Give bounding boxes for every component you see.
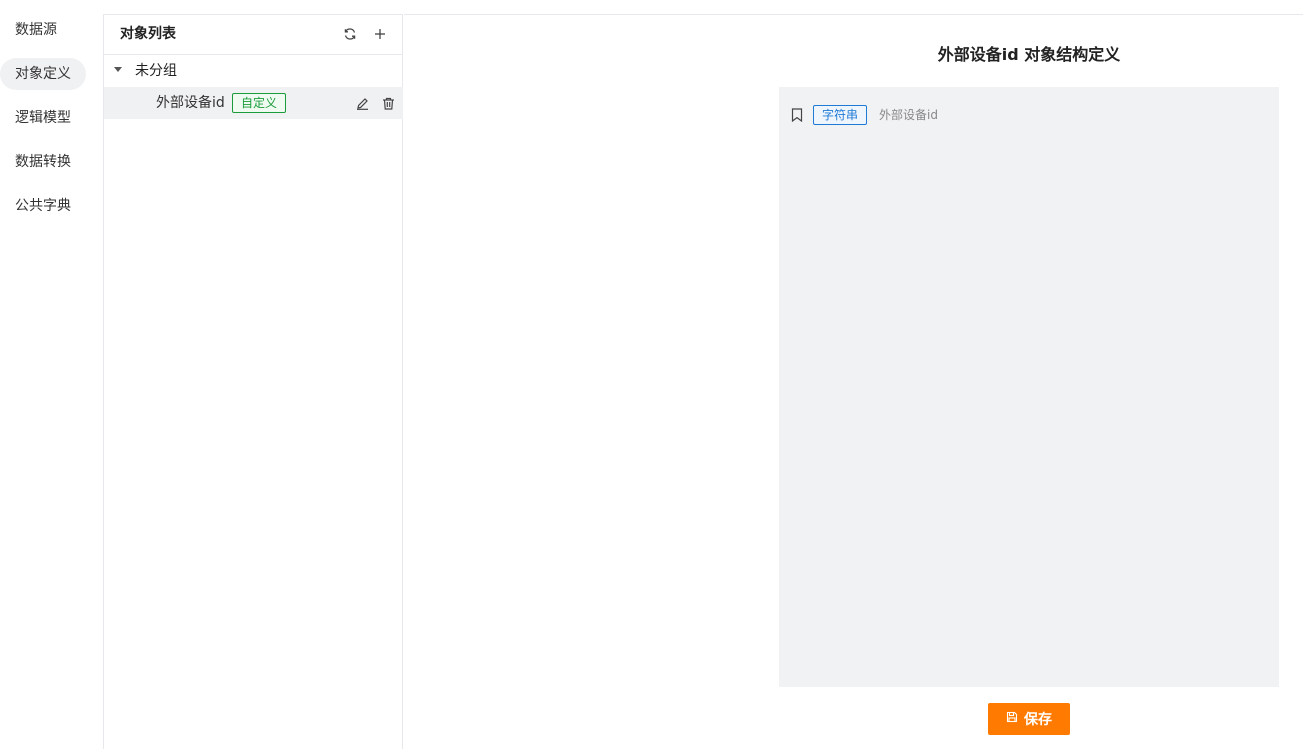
object-list-title: 对象列表 <box>120 26 176 42</box>
nav-item-datasource[interactable]: 数据源 <box>0 14 72 46</box>
side-nav: 数据源 对象定义 逻辑模型 数据转换 公共字典 <box>0 0 103 749</box>
nav-item-logic-model[interactable]: 逻辑模型 <box>0 102 86 134</box>
group-row-ungrouped[interactable]: 未分组 <box>104 57 402 85</box>
refresh-icon[interactable] <box>341 25 359 43</box>
object-list-header: 对象列表 <box>104 15 402 55</box>
structure-canvas: 字符串 外部设备id <box>779 87 1279 687</box>
nav-item-public-dictionary[interactable]: 公共字典 <box>0 190 86 222</box>
field-type-tag: 字符串 <box>813 105 868 125</box>
save-button[interactable]: 保存 <box>988 703 1070 735</box>
nav-item-data-transform[interactable]: 数据转换 <box>0 146 86 178</box>
custom-tag: 自定义 <box>232 93 287 113</box>
plus-icon[interactable] <box>371 25 389 43</box>
main-content: 外部设备id 对象结构定义 字符串 外部设备id 保存 <box>404 14 1303 749</box>
object-item-label: 外部设备id <box>156 95 225 111</box>
save-icon <box>1006 711 1018 727</box>
object-list-panel: 对象列表 未分组 外部设备id 自定义 <box>103 14 403 749</box>
caret-down-icon[interactable] <box>114 67 122 72</box>
edit-icon[interactable] <box>354 95 370 111</box>
bookmark-icon <box>791 107 805 123</box>
save-label: 保存 <box>1024 712 1052 728</box>
object-list-item[interactable]: 外部设备id 自定义 <box>104 87 403 119</box>
field-name: 外部设备id <box>879 108 938 122</box>
nav-item-object-definition[interactable]: 对象定义 <box>0 58 86 90</box>
delete-icon[interactable] <box>380 95 396 111</box>
page-title: 外部设备id 对象结构定义 <box>937 45 1121 64</box>
group-label: 未分组 <box>135 63 177 79</box>
